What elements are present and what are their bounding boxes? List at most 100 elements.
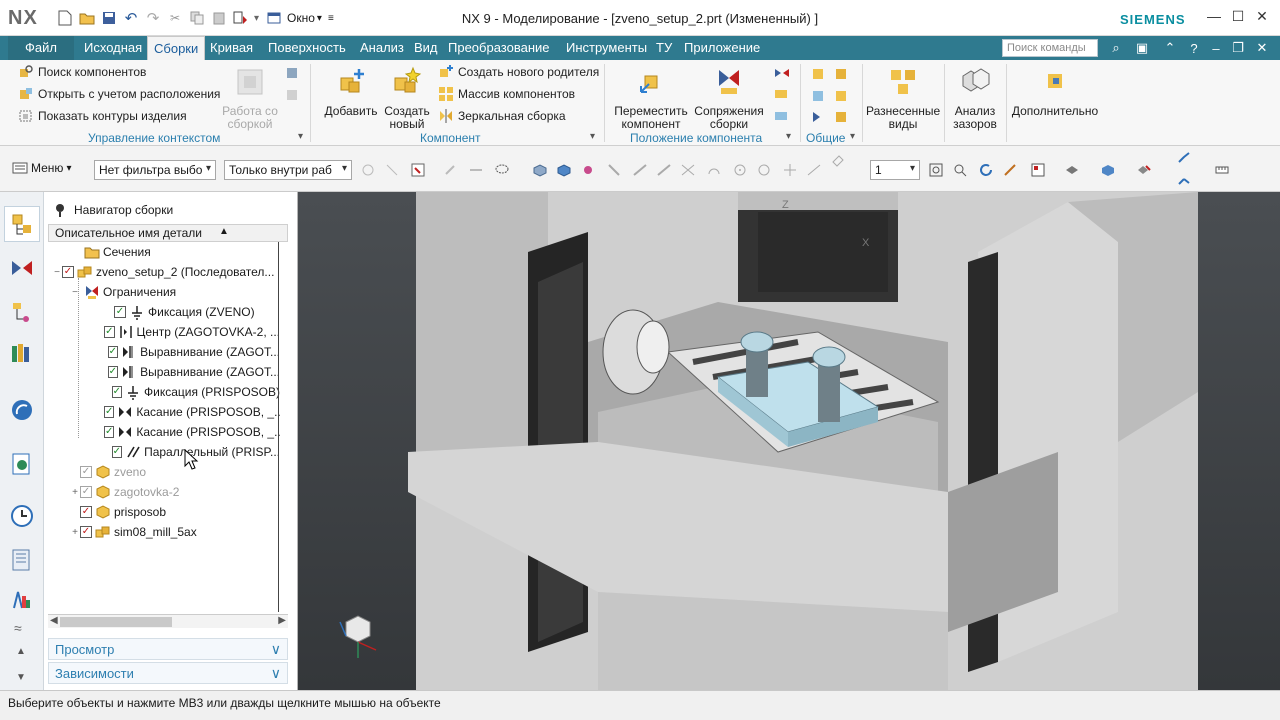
expand-icon[interactable]: +: [70, 527, 80, 538]
tab-home[interactable]: Исходная: [78, 36, 148, 60]
work-on-assembly-button[interactable]: Работа со сборкой: [220, 66, 280, 131]
pan-icon[interactable]: [1002, 162, 1018, 178]
create-new-component-button[interactable]: Создать новый: [380, 66, 434, 131]
ribbon-collapse-icon[interactable]: ⌃: [1160, 38, 1180, 58]
selection-tool-icon[interactable]: [360, 162, 376, 178]
edit-section-icon[interactable]: [1136, 162, 1152, 178]
snap-control-icon[interactable]: [656, 162, 672, 178]
group-component-dropdown[interactable]: ▾: [590, 131, 595, 142]
resource-bar-expand[interactable]: ≈: [14, 620, 22, 636]
tree-row[interactable]: ✓ Фиксация (ZVENO): [48, 302, 280, 322]
type-filter-select[interactable]: Нет фильтра выбо: [94, 160, 216, 180]
shaded-edges-icon[interactable]: [1100, 162, 1116, 178]
component-filter-icon[interactable]: [580, 162, 596, 178]
command-search-input[interactable]: Поиск команды: [1002, 39, 1098, 57]
orient-view-icon[interactable]: [1030, 162, 1046, 178]
snap-circle-center-icon[interactable]: [732, 162, 748, 178]
show-product-outline-button[interactable]: Показать контуры изделия: [18, 106, 187, 126]
column-header-part-name[interactable]: Описательное имя детали ▲: [48, 224, 288, 242]
scroll-thumb[interactable]: [60, 617, 172, 627]
constraint-navigator-icon[interactable]: [10, 258, 34, 282]
more-button[interactable]: Дополнительно: [1008, 66, 1102, 118]
snap-endpoint-icon[interactable]: [606, 162, 622, 178]
sub-close-icon[interactable]: ✕: [1252, 38, 1272, 58]
general-small-icons[interactable]: [810, 66, 856, 130]
mirror-assembly-button[interactable]: Зеркальная сборка: [438, 106, 566, 126]
tree-row[interactable]: ✓ zveno: [48, 462, 280, 482]
tree-row[interactable]: ✓ Параллельный (PRISP...: [48, 442, 280, 462]
sub-restore-icon[interactable]: ❐: [1228, 38, 1248, 58]
visibility-checkbox[interactable]: ✓: [104, 426, 115, 438]
clearance-analysis-button[interactable]: Анализ зазоров: [946, 66, 1004, 131]
tab-application[interactable]: Приложение: [678, 36, 766, 60]
component-pattern-button[interactable]: Массив компонентов: [438, 84, 575, 104]
hd3d-tools-icon[interactable]: [10, 398, 34, 422]
wcs-icon[interactable]: [1176, 150, 1192, 166]
open-by-proximity-button[interactable]: Открыть с учетом расположения: [18, 84, 220, 104]
tree-row[interactable]: + ✓ zagotovka-2: [48, 482, 280, 502]
wcs-orient-icon[interactable]: [1176, 172, 1192, 188]
visibility-checkbox[interactable]: ✓: [62, 266, 74, 278]
render-style-icon[interactable]: [1064, 162, 1080, 178]
window-layout-icon[interactable]: ▣: [1132, 38, 1152, 58]
history-icon[interactable]: [10, 504, 34, 528]
snap-arc-center-icon[interactable]: [706, 162, 722, 178]
tree-row[interactable]: ✓ prisposob: [48, 502, 280, 522]
body-filter-icon[interactable]: [532, 162, 548, 178]
fit-view-icon[interactable]: [928, 162, 944, 178]
visibility-checkbox[interactable]: ✓: [80, 486, 92, 498]
visibility-checkbox[interactable]: ✓: [104, 406, 115, 418]
tree-row[interactable]: Сечения: [48, 242, 280, 262]
tree-row[interactable]: ✓ Центр (ZAGOTOVKA-2, ...: [48, 322, 280, 342]
face-filter-icon[interactable]: [556, 162, 572, 178]
close-button[interactable]: ✕: [1250, 6, 1274, 26]
roles-icon[interactable]: [10, 588, 34, 612]
sub-minimize-icon[interactable]: –: [1206, 38, 1226, 58]
tree-row[interactable]: − ✓ zveno_setup_2 (Последовател...: [48, 262, 280, 282]
scroll-right-icon[interactable]: ▶: [278, 615, 286, 626]
tab-curve[interactable]: Кривая: [204, 36, 259, 60]
chain-select-icon[interactable]: [468, 162, 484, 178]
resource-bar-scroll-up[interactable]: ▲: [16, 646, 26, 657]
create-new-parent-button[interactable]: Создать нового родителя: [438, 62, 599, 82]
tree-row[interactable]: ✓ Касание (PRISPOSOB, _...: [48, 402, 280, 422]
lasso-select-icon[interactable]: [494, 162, 510, 178]
tab-file[interactable]: Файл: [8, 36, 74, 60]
process-studio-icon[interactable]: [10, 548, 34, 572]
snap-midpoint-icon[interactable]: [632, 162, 648, 178]
tab-transform[interactable]: Преобразование: [442, 36, 556, 60]
snap-on-curve-icon[interactable]: [806, 162, 822, 178]
snap-quadrant-icon[interactable]: [756, 162, 772, 178]
point-snap-icon[interactable]: [442, 162, 458, 178]
expand-icon[interactable]: +: [70, 487, 80, 498]
reuse-library-icon[interactable]: [10, 342, 34, 366]
visibility-checkbox[interactable]: ✓: [107, 366, 119, 378]
part-navigator-icon[interactable]: [10, 300, 34, 324]
tree-row[interactable]: ✓ Касание (PRISPOSOB, _...: [48, 422, 280, 442]
add-component-button[interactable]: Добавить: [322, 66, 380, 118]
dependencies-section[interactable]: Зависимости ∨: [48, 662, 288, 684]
zoom-icon[interactable]: [952, 162, 968, 178]
visibility-checkbox[interactable]: ✓: [104, 326, 115, 338]
visibility-checkbox[interactable]: ✓: [114, 306, 126, 318]
move-component-button[interactable]: Переместить компонент: [612, 66, 690, 131]
find-components-button[interactable]: Поиск компонентов: [18, 62, 146, 82]
tree-row[interactable]: − Ограничения: [48, 282, 280, 302]
tab-surface[interactable]: Поверхность: [262, 36, 352, 60]
visibility-checkbox[interactable]: ✓: [80, 506, 92, 518]
tree-horizontal-scrollbar[interactable]: ◀ ▶: [48, 614, 288, 628]
group-position-dropdown[interactable]: ▾: [786, 131, 791, 142]
work-layer-select[interactable]: 1: [870, 160, 920, 180]
resource-bar-scroll-down[interactable]: ▼: [16, 672, 26, 683]
snap-intersection-icon[interactable]: [680, 162, 696, 178]
measure-icon[interactable]: [1214, 162, 1230, 178]
maximize-button[interactable]: ☐: [1226, 6, 1250, 26]
visibility-checkbox[interactable]: ✓: [80, 526, 92, 538]
tree-row[interactable]: ✓ Выравнивание (ZAGOT...: [48, 342, 280, 362]
web-browser-icon[interactable]: [10, 452, 34, 476]
tree-row[interactable]: ✓ Фиксация (PRISPOSOB): [48, 382, 280, 402]
snap-tool-icon[interactable]: [384, 162, 400, 178]
visibility-checkbox[interactable]: ✓: [80, 466, 92, 478]
menu-button[interactable]: Меню ▾: [12, 161, 71, 175]
tab-assemblies[interactable]: Сборки: [147, 36, 206, 60]
